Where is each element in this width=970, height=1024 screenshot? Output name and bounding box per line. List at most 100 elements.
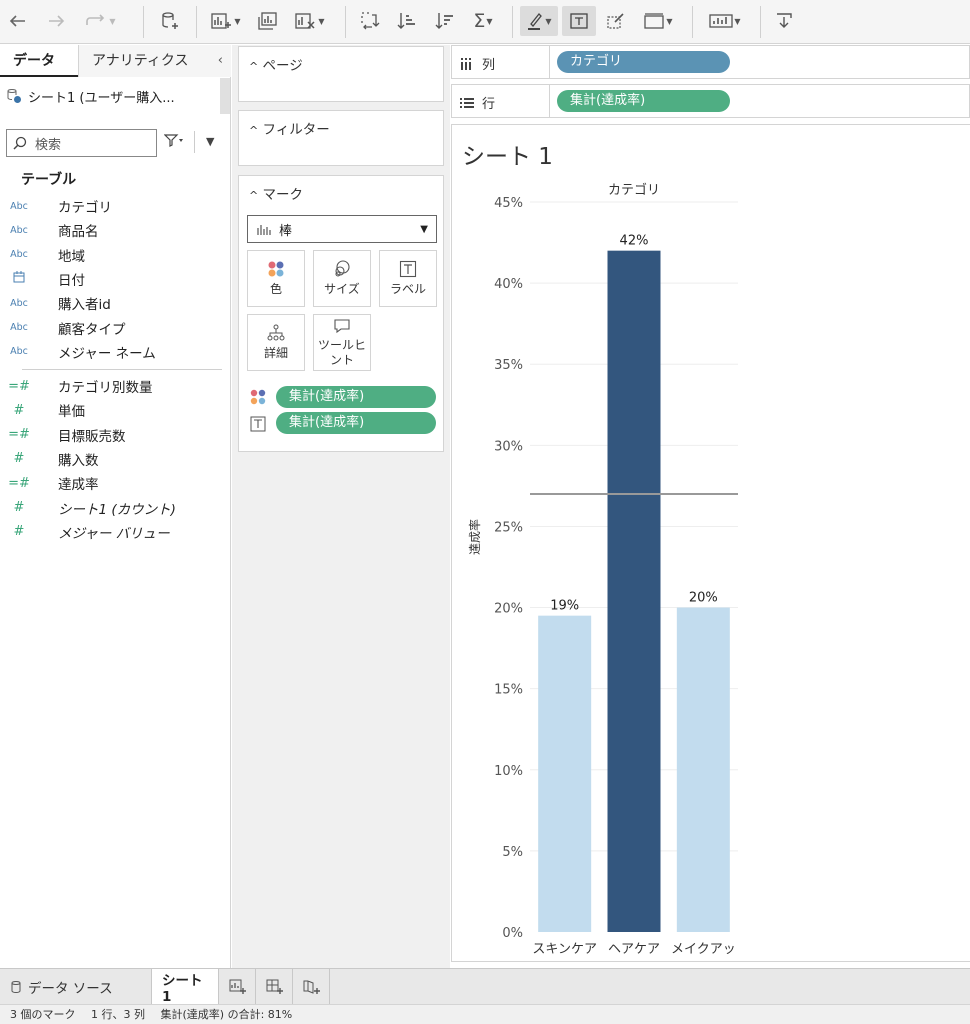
- color-icon: [250, 389, 266, 405]
- new-worksheet-icon[interactable]: [220, 969, 256, 1004]
- collapse-pane-icon[interactable]: ‹: [218, 53, 223, 68]
- filters-card-title: ^ フィルター: [249, 122, 330, 138]
- field-item[interactable]: =# カテゴリ別数量: [0, 374, 230, 398]
- pages-card[interactable]: ^ ページ: [238, 46, 444, 102]
- field-name: カテゴリ別数量: [58, 380, 153, 396]
- new-datasource-icon[interactable]: [158, 6, 182, 36]
- share-icon[interactable]: [772, 6, 796, 36]
- y-tick-label: 10%: [494, 764, 523, 779]
- highlight-icon[interactable]: ▼: [520, 6, 558, 36]
- chevron-up-icon: ^: [249, 124, 259, 137]
- totals-icon[interactable]: Σ ▼: [468, 6, 498, 36]
- color-pill[interactable]: 集計(達成率): [276, 386, 436, 408]
- data-label: 42%: [620, 234, 649, 249]
- new-worksheet-icon[interactable]: ▼: [210, 6, 242, 36]
- field-item[interactable]: 日付: [0, 267, 230, 291]
- search-input[interactable]: 検索: [6, 129, 157, 157]
- datasource-icon: [11, 980, 21, 993]
- label-icon[interactable]: [562, 6, 596, 36]
- field-item[interactable]: Abc メジャー ネーム: [0, 340, 230, 364]
- field-item[interactable]: =# 目標販売数: [0, 423, 230, 447]
- detail-label: 詳細: [263, 346, 288, 360]
- number-type-icon: #: [13, 451, 25, 467]
- size-label: サイズ: [324, 282, 360, 296]
- field-item[interactable]: # 購入数: [0, 447, 230, 471]
- field-item[interactable]: Abc カテゴリ: [0, 194, 230, 218]
- detail-button[interactable]: 詳細: [247, 314, 305, 371]
- rows-pill[interactable]: 集計(達成率): [557, 90, 730, 112]
- redo-icon[interactable]: [44, 6, 68, 36]
- tab-data[interactable]: データ: [0, 45, 78, 77]
- sheet-tab-label: シート 1: [162, 972, 203, 1005]
- field-name: 商品名: [58, 224, 99, 241]
- new-dashboard-icon[interactable]: [257, 969, 293, 1004]
- size-button[interactable]: サイズ: [313, 250, 371, 307]
- field-name: メジャー ネーム: [58, 345, 156, 362]
- duplicate-sheet-icon[interactable]: [255, 6, 281, 36]
- detail-icon: [267, 324, 285, 341]
- mark-type-select[interactable]: 棒 ▼: [247, 215, 437, 243]
- label-button[interactable]: ラベル: [379, 250, 437, 307]
- field-item[interactable]: Abc 購入者id: [0, 291, 230, 315]
- tooltip-icon[interactable]: [603, 6, 629, 36]
- fit-icon[interactable]: ▼: [640, 6, 676, 36]
- tab-datasource[interactable]: データ ソース: [0, 969, 150, 1004]
- status-marks: 3 個のマーク: [10, 1008, 76, 1021]
- sort-descending-icon[interactable]: [433, 6, 457, 36]
- field-item[interactable]: Abc 商品名: [0, 218, 230, 242]
- show-me-icon[interactable]: ▼: [705, 6, 745, 36]
- label-pill[interactable]: 集計(達成率): [276, 412, 436, 434]
- filter-fields-icon[interactable]: [163, 133, 186, 151]
- x-axis-header: カテゴリ: [608, 182, 660, 198]
- cards-pane: ^ ページ ^ フィルター ^ マーク 棒 ▼ 色 サイズ ラベル 詳細 ツール…: [232, 45, 450, 968]
- tab-analytics[interactable]: アナリティクス: [78, 45, 231, 77]
- y-axis-title: 達成率: [467, 519, 482, 555]
- columns-shelf-label: 列: [460, 54, 495, 73]
- date-type-icon: [0, 271, 38, 286]
- undo-icon[interactable]: [6, 6, 30, 36]
- status-sum: 集計(達成率) の合計: 81%: [160, 1008, 293, 1021]
- number-type-icon: #: [13, 402, 25, 418]
- color-label: 色: [269, 282, 282, 296]
- scrollbar[interactable]: [220, 78, 230, 114]
- string-type-icon: Abc: [10, 200, 28, 212]
- chevron-down-icon: ▼: [420, 223, 428, 235]
- marks-card: ^ マーク 棒 ▼ 色 サイズ ラベル 詳細 ツールヒント 集計(達成率) 集計…: [238, 175, 444, 452]
- x-tick-label: ヘアケア: [608, 942, 660, 957]
- rows-shelf-label: 行: [460, 93, 495, 112]
- field-item[interactable]: =# 達成率: [0, 471, 230, 495]
- status-dims: 1 行、3 列: [91, 1008, 145, 1021]
- field-item[interactable]: Abc 地域: [0, 243, 230, 267]
- field-item[interactable]: Abc 顧客タイプ: [0, 316, 230, 340]
- y-tick-label: 35%: [494, 358, 523, 373]
- view-area: シート 1 0% 5% 10% 15% 20% 25% 30% 35% 40% 45% 達成率 カテゴ…: [451, 124, 970, 962]
- new-story-icon[interactable]: [294, 969, 330, 1004]
- sort-ascending-icon[interactable]: [395, 6, 419, 36]
- string-type-icon: Abc: [10, 249, 28, 261]
- search-icon: [13, 136, 27, 150]
- color-button[interactable]: 色: [247, 250, 305, 307]
- filters-card[interactable]: ^ フィルター: [238, 110, 444, 166]
- pane-menu-icon[interactable]: ▼: [206, 135, 214, 148]
- field-item[interactable]: # メジャー バリュー: [0, 520, 230, 544]
- field-item[interactable]: # シート1 (カウント): [0, 496, 230, 520]
- redo-repeat-icon[interactable]: ▼: [80, 6, 120, 36]
- toolbar: ▼ ▼ ▼ Σ ▼ ▼ ▼ ▼: [0, 0, 970, 44]
- y-tick-label: 15%: [494, 683, 523, 698]
- columns-pill[interactable]: カテゴリ: [557, 51, 730, 73]
- tab-sheet1[interactable]: シート 1: [151, 969, 219, 1005]
- datasource-icon: [7, 89, 21, 103]
- clear-sheet-icon[interactable]: ▼: [292, 6, 328, 36]
- swap-icon[interactable]: [358, 6, 382, 36]
- data-label: 19%: [550, 599, 579, 614]
- marks-card-title: ^ マーク: [249, 187, 304, 203]
- search-row: 検索 ▼: [6, 129, 226, 157]
- size-icon: [335, 260, 350, 277]
- field-name: 購入数: [58, 452, 99, 469]
- status-bar: 3 個のマーク 1 行、3 列 集計(達成率) の合計: 81%: [0, 1004, 970, 1024]
- datasource-item[interactable]: シート1 (ユーザー購入...: [0, 78, 220, 114]
- number-type-icon: #: [13, 524, 25, 540]
- tooltip-button[interactable]: ツールヒント: [313, 314, 371, 371]
- field-item[interactable]: # 単価: [0, 398, 230, 422]
- rows-icon: [460, 97, 474, 108]
